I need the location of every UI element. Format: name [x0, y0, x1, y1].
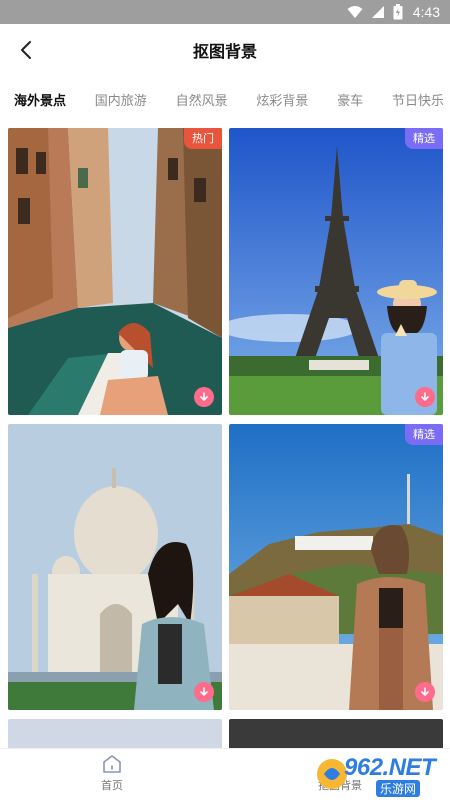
background-card-partial-right[interactable] — [229, 719, 443, 748]
tab-overseas-sights[interactable]: 海外景点 — [14, 90, 66, 109]
featured-badge: 精选 — [405, 128, 443, 149]
background-card-hollywood[interactable]: 精选 — [229, 424, 443, 710]
download-button[interactable] — [194, 387, 214, 407]
wifi-icon — [347, 5, 363, 19]
download-button[interactable] — [415, 387, 435, 407]
background-card-venice[interactable]: 热门 — [8, 128, 222, 415]
background-card-taj-mahal[interactable] — [8, 424, 222, 710]
back-arrow-icon — [21, 41, 31, 59]
signal-icon — [371, 5, 385, 19]
eiffel-tower-image — [229, 128, 443, 415]
battery-icon — [393, 4, 403, 20]
status-bar: 4:43 — [0, 0, 450, 24]
featured-badge: 精选 — [405, 424, 443, 445]
tab-natural-scenery[interactable]: 自然风景 — [176, 90, 228, 109]
download-arrow-icon — [421, 392, 429, 402]
tab-colorful-backgrounds[interactable]: 炫彩背景 — [256, 90, 308, 109]
nav-cutout-backgrounds[interactable]: 抠图背景 — [300, 753, 380, 793]
clock-time: 4:43 — [412, 4, 440, 20]
background-card-eiffel[interactable]: 精选 — [229, 128, 443, 415]
tab-happy-holidays[interactable]: 节日快乐 — [392, 90, 444, 109]
download-button[interactable] — [194, 682, 214, 702]
taj-mahal-image — [8, 424, 222, 710]
category-tabs: 海外景点 国内旅游 自然风景 炫彩背景 豪车 节日快乐 — [0, 80, 450, 118]
background-card-partial-left[interactable] — [8, 719, 222, 748]
background-grid: 热门 精选 精选 — [0, 128, 450, 748]
page-title: 抠图背景 — [192, 42, 257, 61]
download-arrow-icon — [200, 392, 208, 402]
download-button[interactable] — [415, 682, 435, 702]
tab-luxury-cars[interactable]: 豪车 — [337, 90, 363, 109]
back-button[interactable] — [12, 36, 40, 64]
hollywood-sign-image — [229, 424, 443, 710]
nav-home-label: 首页 — [101, 779, 123, 792]
download-arrow-icon — [421, 687, 429, 697]
top-app-bar: 抠图背景 — [0, 24, 450, 76]
tab-domestic-travel[interactable]: 国内旅游 — [95, 90, 147, 109]
venice-canal-image — [8, 128, 222, 415]
download-arrow-icon — [200, 687, 208, 697]
bottom-navigation: 首页 抠图背景 — [0, 748, 450, 800]
home-icon — [103, 755, 121, 773]
hot-badge: 热门 — [184, 128, 222, 149]
nav-cutout-label: 抠图背景 — [318, 779, 362, 792]
nav-home[interactable]: 首页 — [72, 753, 152, 793]
